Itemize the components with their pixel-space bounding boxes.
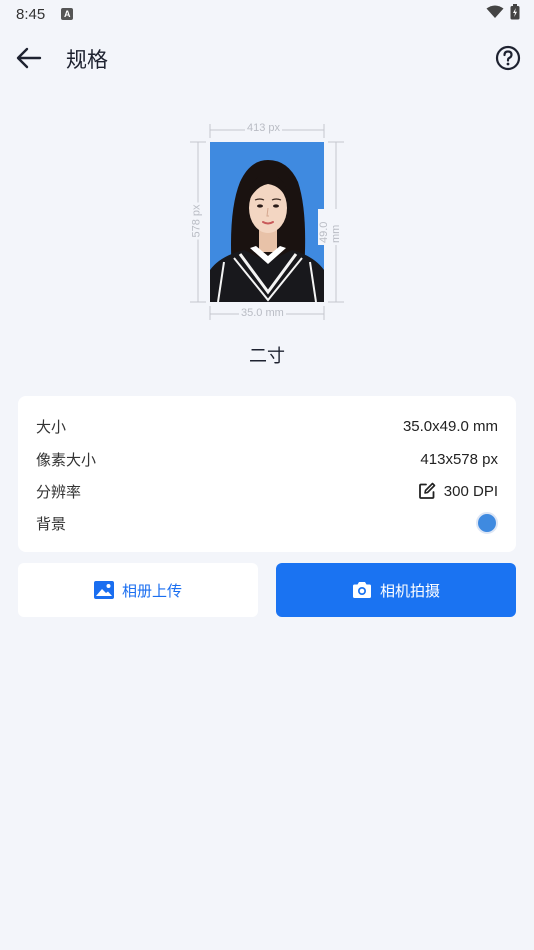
camera-capture-button[interactable]: 相机拍摄: [276, 563, 516, 617]
info-row-background: 背景: [36, 511, 498, 535]
size-value: 35.0x49.0 mm: [402, 417, 498, 435]
pixels-label: 像素大小: [36, 450, 97, 469]
notification-icon: A: [61, 8, 74, 20]
album-upload-label: 相册上传: [121, 581, 182, 600]
background-color-swatch[interactable]: [476, 512, 498, 534]
help-circle-icon: [495, 45, 521, 71]
resolution-edit[interactable]: 300 DPI: [418, 482, 498, 500]
photo-preview: 413 px 35.0 mm 578 px 49.0 mm: [186, 118, 348, 328]
height-mm-label: 49.0 mm: [318, 209, 342, 245]
wifi-icon: [486, 5, 504, 18]
id-photo: [210, 142, 324, 302]
app-bar: 规格: [0, 34, 534, 82]
width-px-label: 413 px: [245, 122, 283, 134]
spec-name: 二寸: [249, 346, 285, 367]
spec-info-card: 大小 35.0x49.0 mm 像素大小 413x578 px 分辨率 300 …: [18, 396, 516, 552]
back-button[interactable]: [14, 44, 48, 72]
resolution-label: 分辨率: [36, 482, 82, 501]
status-bar: 8:45 A: [0, 0, 534, 28]
battery-charging-icon: [510, 4, 520, 20]
arrow-left-icon: [16, 47, 42, 69]
info-row-resolution[interactable]: 分辨率 300 DPI: [36, 479, 498, 503]
width-mm-label: 35.0 mm: [239, 307, 286, 319]
height-px-label: 578 px: [190, 202, 203, 240]
edit-icon: [418, 482, 436, 499]
resolution-value: 300 DPI: [443, 482, 498, 500]
help-button[interactable]: [494, 44, 522, 72]
camera-capture-label: 相机拍摄: [379, 581, 440, 600]
status-icons: [486, 4, 520, 20]
background-label: 背景: [36, 514, 67, 533]
info-row-size: 大小 35.0x49.0 mm: [36, 414, 498, 438]
info-row-pixels: 像素大小 413x578 px: [36, 447, 498, 471]
pixels-value: 413x578 px: [420, 450, 498, 468]
album-upload-button[interactable]: 相册上传: [18, 563, 258, 617]
image-icon: [93, 581, 114, 599]
portrait-image: [210, 142, 324, 302]
camera-icon: [352, 582, 371, 598]
size-label: 大小: [36, 417, 67, 436]
status-time: 8:45: [16, 5, 46, 23]
page-title: 规格: [66, 48, 108, 72]
